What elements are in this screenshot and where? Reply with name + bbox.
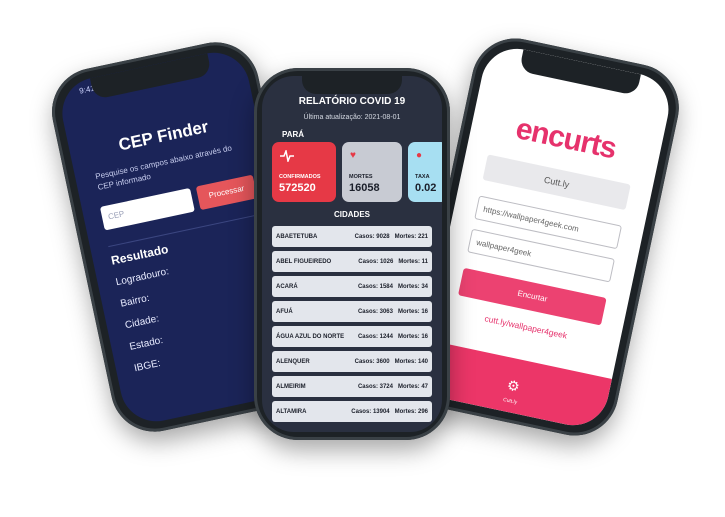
city-deaths: Mortes: 34 bbox=[397, 283, 428, 290]
city-cases: Casos: 3600 bbox=[354, 358, 390, 365]
cep-input[interactable]: CEP bbox=[99, 187, 195, 231]
phone-covid-report: RELATÓRIO COVID 19 Última atualização: 2… bbox=[254, 68, 450, 440]
card-value: 0.02 bbox=[415, 182, 437, 194]
phone-notch bbox=[89, 53, 212, 100]
card-rate[interactable]: ● TAXA 0.02 bbox=[408, 142, 442, 202]
city-deaths: Mortes: 296 bbox=[394, 408, 428, 415]
gear-icon[interactable]: ⚙ bbox=[505, 377, 522, 395]
card-confirmed[interactable]: CONFIRMADOS 572520 bbox=[272, 142, 336, 202]
alert-icon: ● bbox=[416, 150, 423, 161]
field-logradouro: Logradouro: bbox=[114, 266, 170, 289]
list-item[interactable]: ALTAMIRA Casos: 13904 Mortes: 296 bbox=[272, 401, 432, 422]
city-name: ALMEIRIM bbox=[276, 383, 306, 390]
list-item[interactable]: ÁGUA AZUL DO NORTE Casos: 1244 Mortes: 16 bbox=[272, 326, 432, 347]
city-deaths: Mortes: 47 bbox=[397, 383, 428, 390]
list-item[interactable]: AFUÁ Casos: 3063 Mortes: 16 bbox=[272, 301, 432, 322]
encurts-screen: encurts Cutt.ly https://wallpaper4geek.c… bbox=[414, 42, 676, 432]
city-name: ALENQUER bbox=[276, 358, 310, 365]
list-item[interactable]: ACARÁ Casos: 1584 Mortes: 34 bbox=[272, 276, 432, 297]
phone-notch bbox=[302, 76, 402, 94]
city-deaths: Mortes: 16 bbox=[397, 308, 428, 315]
page-title: RELATÓRIO COVID 19 bbox=[298, 96, 406, 107]
city-name: AFUÁ bbox=[276, 308, 293, 315]
city-cases: Casos: 9028 bbox=[354, 233, 390, 240]
field-bairro: Bairro: bbox=[119, 292, 151, 310]
city-deaths: Mortes: 140 bbox=[394, 358, 428, 365]
city-name: ABEL FIGUEIREDO bbox=[276, 258, 332, 265]
heart-icon: ♥ bbox=[350, 150, 356, 161]
result-heading: Resultado bbox=[109, 241, 170, 268]
process-button[interactable]: Processar bbox=[195, 174, 258, 211]
city-deaths: Mortes: 16 bbox=[397, 333, 428, 340]
city-name: ACARÁ bbox=[276, 283, 298, 290]
field-estado: Estado: bbox=[128, 334, 165, 353]
card-label: MORTES bbox=[349, 174, 373, 180]
heartbeat-icon bbox=[280, 148, 294, 164]
city-cases: Casos: 3724 bbox=[357, 383, 393, 390]
card-deaths[interactable]: ♥ MORTES 16058 bbox=[342, 142, 402, 202]
city-cases: Casos: 13904 bbox=[351, 408, 390, 415]
state-label: PARÁ bbox=[282, 130, 305, 139]
list-item[interactable]: ALENQUER Casos: 3600 Mortes: 140 bbox=[272, 351, 432, 372]
card-label: TAXA bbox=[415, 174, 430, 180]
city-cases: Casos: 1244 bbox=[357, 333, 393, 340]
cities-list: ABAETETUBA Casos: 9028 Mortes: 221 ABEL F… bbox=[272, 226, 432, 426]
field-cidade: Cidade: bbox=[124, 313, 161, 332]
list-item[interactable]: ABEL FIGUEIREDO Casos: 1026 Mortes: 11 bbox=[272, 251, 432, 272]
city-deaths: Mortes: 11 bbox=[398, 258, 428, 265]
city-cases: Casos: 1026 bbox=[358, 258, 394, 265]
last-update: Última atualização: 2021-08-01 bbox=[303, 114, 401, 121]
phone-notch bbox=[518, 49, 641, 96]
city-name: ALTAMIRA bbox=[276, 408, 307, 415]
card-value: 16058 bbox=[349, 182, 380, 194]
city-cases: Casos: 3063 bbox=[357, 308, 393, 315]
city-deaths: Mortes: 221 bbox=[394, 233, 428, 240]
card-value: 572520 bbox=[279, 182, 316, 194]
covid-screen: RELATÓRIO COVID 19 Última atualização: 2… bbox=[262, 76, 442, 432]
city-name: ABAETETUBA bbox=[276, 233, 318, 240]
cities-heading: CIDADES bbox=[333, 210, 370, 219]
field-ibge: IBGE: bbox=[133, 357, 162, 375]
city-cases: Casos: 1584 bbox=[357, 283, 393, 290]
card-label: CONFIRMADOS bbox=[279, 174, 321, 180]
list-item[interactable]: ABAETETUBA Casos: 9028 Mortes: 221 bbox=[272, 226, 432, 247]
list-item[interactable]: ALMEIRIM Casos: 3724 Mortes: 47 bbox=[272, 376, 432, 397]
city-name: ÁGUA AZUL DO NORTE bbox=[276, 333, 345, 340]
